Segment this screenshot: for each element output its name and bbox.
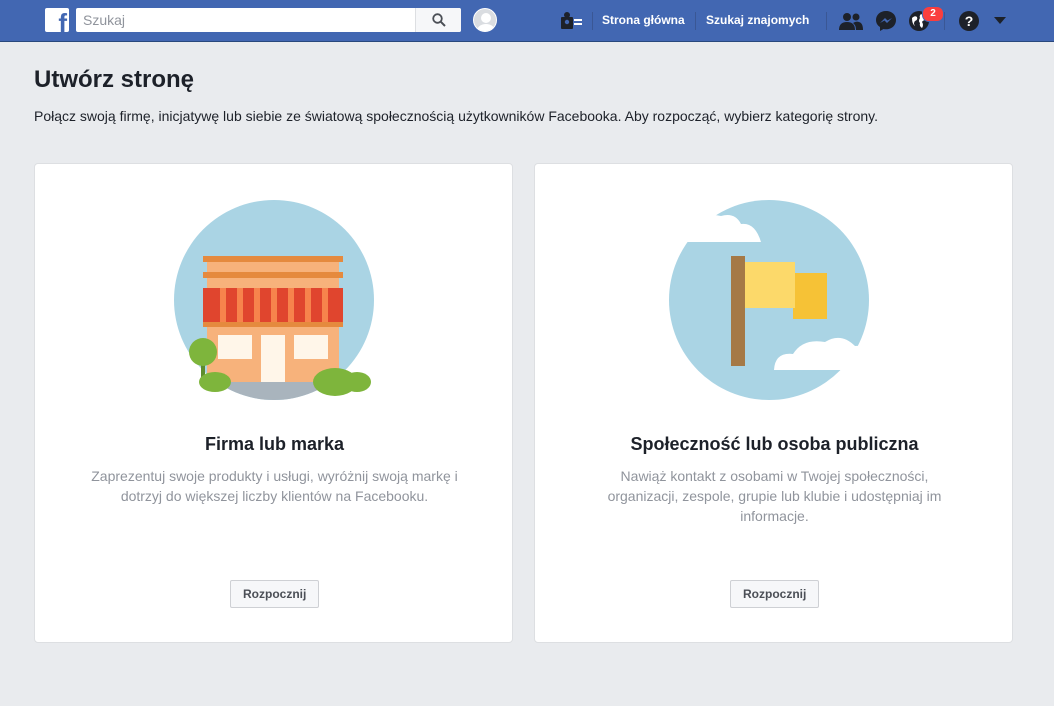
create-page-icon[interactable]	[560, 9, 584, 33]
nav-divider	[944, 12, 945, 30]
search-input[interactable]	[76, 8, 415, 32]
community-public-figure-card[interactable]: Społeczność lub osoba publiczna Nawiąż k…	[534, 163, 1013, 643]
start-community-button[interactable]: Rozpocznij	[730, 580, 820, 608]
page-title: Utwórz stronę	[34, 66, 195, 93]
avatar-placeholder-icon	[477, 13, 495, 31]
business-brand-card[interactable]: Firma lub marka Zaprezentuj swoje produk…	[34, 163, 513, 643]
card-title: Społeczność lub osoba publiczna	[630, 434, 919, 454]
friend-requests-icon[interactable]	[839, 9, 863, 33]
facebook-logo[interactable]: f	[45, 8, 69, 32]
search-box	[76, 8, 461, 32]
messenger-icon[interactable]	[874, 9, 898, 33]
find-friends-link[interactable]: Szukaj znajomych	[706, 13, 809, 27]
notifications-badge: 2	[922, 6, 944, 22]
help-icon[interactable]: ?	[957, 9, 981, 33]
card-description: Zaprezentuj swoje produkty i usługi, wyr…	[91, 468, 458, 504]
nav-divider	[695, 12, 696, 30]
top-navigation-bar: f Strona główna Szukaj znajomych	[0, 0, 1054, 42]
card-title: Firma lub marka	[204, 434, 345, 454]
card-description: Nawiąż kontakt z osobami w Twojej społec…	[607, 468, 942, 524]
search-icon	[431, 13, 446, 27]
home-link[interactable]: Strona główna	[602, 13, 685, 27]
flag-illustration	[669, 200, 879, 400]
svg-text:?: ?	[965, 13, 974, 29]
avatar[interactable]	[473, 8, 497, 32]
nav-divider	[826, 12, 827, 30]
page-subtitle: Połącz swoją firmę, inicjatywę lub siebi…	[34, 108, 879, 124]
nav-divider	[592, 12, 593, 30]
start-business-button[interactable]: Rozpocznij	[230, 580, 320, 608]
search-button[interactable]	[415, 8, 461, 32]
storefront-illustration	[174, 200, 374, 400]
dropdown-arrow-icon[interactable]	[988, 9, 1012, 33]
